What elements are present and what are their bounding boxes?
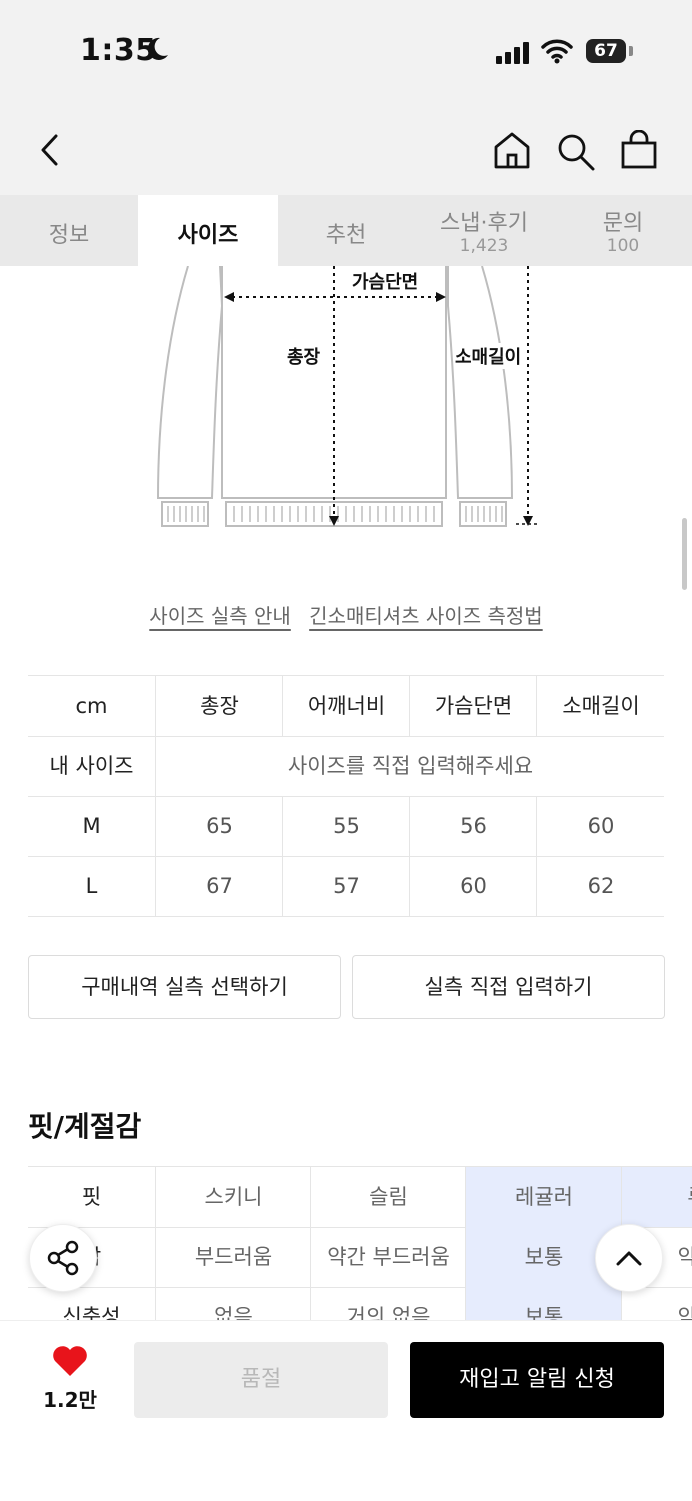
table-cell: 67: [155, 856, 283, 916]
diagram-label-length: 총장: [287, 347, 321, 368]
tab-label: 문의: [602, 211, 644, 236]
table-cell: 65: [155, 796, 283, 856]
sweatshirt-outline-icon: [156, 266, 538, 527]
table-row: 신축성 없음 거의 없음 보통 약간: [28, 1287, 692, 1320]
table-row: M 65 55 56 60: [28, 796, 664, 857]
purchase-history-button[interactable]: 구매내역 실측 선택하기: [28, 955, 341, 1019]
table-cell: 60: [409, 856, 537, 916]
share-icon: [47, 1240, 79, 1276]
fit-label: 핏: [81, 1185, 102, 1209]
heart-icon[interactable]: [52, 1345, 88, 1381]
soldout-button: 품절: [134, 1342, 388, 1418]
table-row: 감 부드러움 약간 부드러움 보통 약간: [28, 1227, 692, 1288]
my-size-label: 내 사이즈: [28, 736, 156, 796]
size-links: 사이즈 실측 안내 긴소매티셔츠 사이즈 측정법: [0, 600, 692, 629]
tab-label: 정보: [48, 223, 90, 248]
back-icon[interactable]: [38, 133, 62, 171]
table-cell: 57: [282, 856, 410, 916]
scrollbar[interactable]: [682, 518, 687, 590]
tab-label: 추천: [325, 223, 367, 248]
header-cell: 어깨너비: [282, 676, 410, 736]
fit-option: 거의 없음: [310, 1287, 466, 1320]
size-diagram: [150, 266, 550, 536]
header-cell: 총장: [155, 676, 283, 736]
diagram-label-chest: 가슴단면: [350, 268, 421, 294]
fit-option: 약간 부드러움: [310, 1227, 466, 1287]
table-row: L 67 57 60 62: [28, 856, 664, 917]
size-label: L: [28, 856, 156, 916]
header-cell: cm: [28, 676, 156, 736]
shopping-bag-icon[interactable]: [620, 129, 658, 174]
battery-cap: [629, 46, 633, 56]
section-title: 핏/계절감: [28, 1110, 142, 1143]
my-size-input-prompt[interactable]: 사이즈를 직접 입력해주세요: [155, 736, 665, 796]
fit-option-selected: 루: [621, 1167, 692, 1227]
my-size-row[interactable]: 내 사이즈 사이즈를 직접 입력해주세요: [28, 736, 664, 797]
search-icon[interactable]: [556, 132, 596, 176]
moon-icon: [146, 36, 170, 69]
fit-option-selected: 레귤러: [465, 1167, 622, 1227]
table-cell: 62: [536, 856, 665, 916]
tab-bar: 정보 사이즈 추천 스냅·후기 1,423 문의 100: [0, 195, 692, 266]
chevron-up-icon: [616, 1251, 642, 1266]
restock-notify-button[interactable]: 재입고 알림 신청: [410, 1342, 664, 1418]
diagram-label-sleeve: 소매길이: [455, 343, 522, 369]
header-cell: 가슴단면: [409, 676, 537, 736]
battery-icon: 67: [586, 39, 626, 63]
fit-option: 스키니: [155, 1167, 311, 1227]
fit-option: 슬림: [310, 1167, 466, 1227]
tab-count: 1,423: [459, 236, 509, 256]
like-count: 1.2만: [43, 1388, 97, 1412]
table-cell: 56: [409, 796, 537, 856]
tab-size[interactable]: 사이즈: [138, 195, 278, 266]
fit-label: 신축성: [62, 1305, 121, 1320]
wifi-icon: [541, 38, 573, 68]
share-button[interactable]: [29, 1224, 97, 1292]
tab-label: 스냅·후기: [440, 211, 528, 236]
fit-option: 없음: [155, 1287, 311, 1320]
tab-count: 100: [606, 236, 640, 256]
table-row: 핏 스키니 슬림 레귤러 루: [28, 1167, 692, 1228]
header-cell: 소매길이: [536, 676, 665, 736]
signal-icon: [496, 42, 532, 64]
tab-inquiry[interactable]: 문의 100: [554, 195, 692, 266]
tab-snap-review[interactable]: 스냅·후기 1,423: [414, 195, 554, 266]
fit-option-selected: 보통: [465, 1287, 622, 1320]
measure-method-link[interactable]: 긴소매티셔츠 사이즈 측정법: [309, 604, 543, 628]
tab-recommend[interactable]: 추천: [278, 195, 414, 266]
tab-info[interactable]: 정보: [0, 195, 138, 266]
home-icon[interactable]: [492, 130, 532, 174]
direct-input-button[interactable]: 실측 직접 입력하기: [352, 955, 665, 1019]
table-cell: 60: [536, 796, 665, 856]
tab-label: 사이즈: [177, 223, 239, 248]
scroll-top-button[interactable]: [595, 1224, 663, 1292]
fit-option: 부드러움: [155, 1227, 311, 1287]
fit-table: 핏 스키니 슬림 레귤러 루 감 부드러움 약간 부드러움 보통 약간 신축성 …: [0, 1166, 692, 1320]
size-guide-link[interactable]: 사이즈 실측 안내: [149, 604, 291, 628]
table-cell: 55: [282, 796, 410, 856]
size-table-header: cm 총장 어깨너비 가슴단면 소매길이: [28, 676, 664, 737]
size-label: M: [28, 796, 156, 856]
